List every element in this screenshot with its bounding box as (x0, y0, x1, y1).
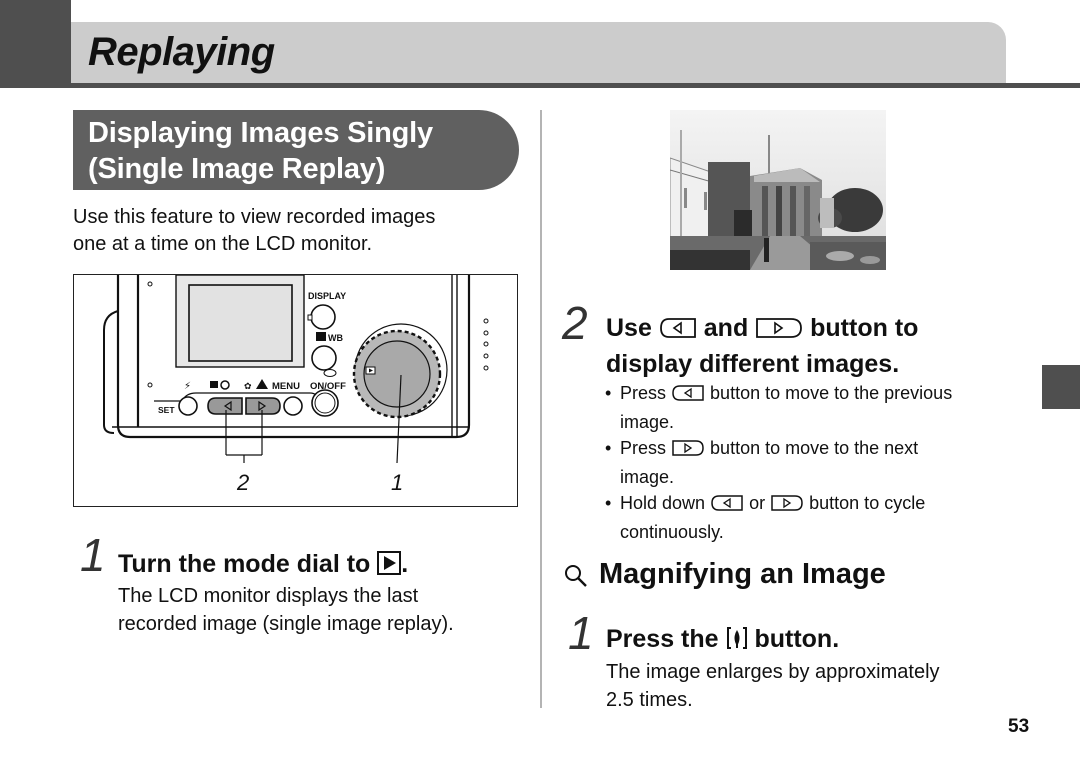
indicator-dot (147, 281, 153, 287)
bullet-text: Press (620, 383, 667, 403)
step-body: The LCD monitor displays the last record… (118, 582, 454, 638)
zoom-tele-button-icon (726, 626, 748, 659)
step-number: 1 (568, 607, 594, 659)
list-item: Press button to move to the previous ima… (605, 380, 1000, 435)
magnifier-icon (563, 563, 589, 594)
right-arrow-button-icon (770, 493, 804, 519)
step-body: The image enlarges by approximately 2.5 … (606, 658, 940, 714)
flash-icon: ⚡ (184, 381, 191, 392)
speaker-hole (483, 353, 489, 359)
step-title-text: Press the (606, 625, 719, 653)
step-title-suffix: . (401, 550, 409, 578)
section-intro: Use this feature to view recorded images… (73, 204, 523, 258)
on-off-button (311, 389, 339, 417)
list-item: Hold down or button to cycle continuousl… (605, 490, 1000, 545)
header-dark-block (0, 0, 71, 88)
step-body-line2: 2.5 times. (606, 689, 693, 711)
indicator-dot (147, 382, 153, 388)
macro-icon: ✿ (244, 382, 252, 392)
step-title-text: Use (606, 314, 652, 342)
section-title-line2: (Single Image Replay) (88, 153, 386, 185)
bullet-text: image. (620, 412, 675, 432)
step-number: 1 (80, 529, 106, 581)
callout-label-2: 2 (236, 470, 249, 495)
camera-illustration: DISPLAY WB ⚡ ✿ MENU ON/OFF SET 2 1 (73, 274, 518, 507)
step-body-line1: The LCD monitor displays the last (118, 585, 419, 607)
set-label: SET (158, 405, 175, 415)
step-title: Use and button to display different imag… (606, 312, 1006, 381)
right-arrow-button-icon (755, 315, 803, 348)
column-divider (540, 110, 542, 708)
bullet-text: button to move to the previous (710, 383, 953, 403)
left-arrow-button-icon (659, 315, 697, 348)
bullet-text: Hold down (620, 493, 706, 513)
set-button (178, 396, 198, 416)
bullet-text: continuously. (620, 522, 724, 542)
speaker-hole (483, 330, 489, 336)
menu-button (283, 396, 303, 416)
wb-button (311, 345, 337, 371)
display-label: DISPLAY (308, 291, 346, 301)
speaker-hole (483, 365, 489, 371)
step-title-text: button to (810, 314, 919, 342)
display-button (310, 304, 336, 330)
step-number: 2 (562, 297, 588, 349)
step-title-text: and (703, 314, 749, 342)
bullet-text: or (749, 493, 766, 513)
camera-back-diagram: DISPLAY WB ⚡ ✿ MENU ON/OFF SET 2 1 (103, 275, 489, 495)
sample-photo (670, 110, 886, 270)
bullet-text: image. (620, 467, 675, 487)
step-title: Press the button. (606, 623, 839, 659)
step-body-line2: recorded image (single image replay). (118, 613, 454, 635)
magnify-heading: Magnifying an Image (599, 558, 886, 590)
intro-line2: one at a time on the LCD monitor. (73, 233, 373, 255)
speaker-hole (483, 318, 489, 324)
step-title-text: Turn the mode dial to (118, 550, 371, 578)
step-title-text: button. (754, 625, 840, 653)
section-title: Displaying Images Singly (Single Image R… (88, 115, 433, 187)
callout-label-1: 1 (391, 470, 403, 495)
menu-label: MENU (272, 381, 300, 392)
right-arrow-button-icon (671, 438, 705, 464)
page-number: 53 (1008, 716, 1030, 737)
exposure-icon (316, 332, 326, 341)
step-title: Turn the mode dial to . (118, 548, 408, 584)
landscape-icon (256, 379, 268, 389)
camera-grip (103, 310, 119, 434)
lcd-monitor (188, 284, 293, 362)
chapter-side-tab (1042, 365, 1080, 409)
right-arrow-button (245, 397, 281, 415)
left-arrow-button-icon (671, 383, 705, 409)
step-title-line2: display different images. (606, 350, 900, 378)
bullet-text: Press (620, 438, 667, 458)
speaker-hole (483, 341, 489, 347)
list-item: Press button to move to the next image. (605, 435, 1000, 490)
play-mode-icon (377, 551, 402, 584)
bullet-text: button to move to the next (710, 438, 919, 458)
header-rule (0, 83, 1080, 88)
continuous-icon (210, 381, 218, 388)
wb-label: WB (328, 333, 343, 343)
page-title: Replaying (88, 30, 275, 74)
left-arrow-button-icon (710, 493, 744, 519)
intro-line1: Use this feature to view recorded images (73, 206, 436, 228)
bullet-text: button to cycle (809, 493, 926, 513)
self-timer-icon (220, 380, 230, 390)
bullet-list: Press button to move to the previous ima… (605, 380, 1000, 545)
section-title-line1: Displaying Images Singly (88, 117, 433, 149)
step-body-line1: The image enlarges by approximately (606, 661, 940, 683)
